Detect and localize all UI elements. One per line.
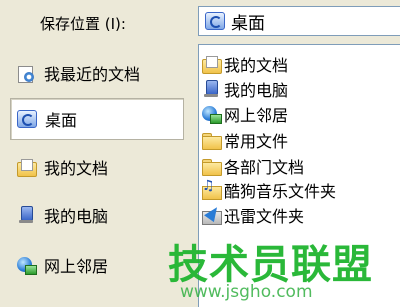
folder-icon (201, 131, 222, 150)
list-item-label: 迅雷文件夹 (224, 207, 305, 226)
save-location-dropdown[interactable]: 桌面 (198, 6, 400, 36)
list-item[interactable]: 各部门文档 (201, 155, 304, 177)
places-item-recent-documents[interactable]: 我最近的文档 (10, 52, 184, 94)
list-item-label: 我的文档 (224, 56, 289, 75)
places-item-my-documents[interactable]: 我的文档 (10, 146, 184, 188)
thunder-folder-shortcut-icon (201, 206, 222, 225)
list-item-label: 各部门文档 (224, 158, 305, 177)
list-item[interactable]: 网上邻居 (201, 103, 288, 125)
my-computer-icon (16, 206, 36, 224)
places-bar: 我最近的文档 桌面 我的文档 我的电脑 网上邻居 (0, 46, 190, 307)
places-item-label: 网上邻居 (44, 257, 109, 276)
places-item-my-computer[interactable]: 我的电脑 (10, 194, 184, 236)
recent-documents-icon (16, 64, 36, 83)
list-item[interactable]: 我的文档 (201, 53, 288, 75)
places-item-desktop[interactable]: 桌面 (10, 98, 184, 140)
my-documents-icon (16, 158, 37, 177)
save-location-value: 桌面 (231, 13, 265, 34)
list-item-label: 我的电脑 (224, 81, 289, 100)
list-item[interactable]: 常用文件 (201, 129, 288, 151)
list-item[interactable]: 我的电脑 (201, 78, 288, 100)
music-folder-shortcut-icon (201, 178, 222, 200)
save-location-label: 保存位置 (I): (40, 15, 126, 33)
list-item-label: 网上邻居 (224, 106, 289, 125)
list-item[interactable]: 酷狗音乐文件夹 (201, 178, 337, 201)
places-item-label: 我的文档 (44, 159, 109, 178)
my-documents-icon (201, 55, 222, 74)
desktop-icon (17, 110, 37, 128)
places-item-label: 桌面 (45, 111, 78, 130)
network-places-icon (16, 256, 37, 275)
network-places-icon (201, 105, 222, 124)
places-item-network-places[interactable]: 网上邻居 (10, 244, 184, 286)
places-item-label: 我最近的文档 (44, 65, 141, 84)
my-computer-icon (201, 80, 221, 98)
list-item[interactable]: 迅雷文件夹 (201, 204, 304, 226)
watermark-url: www.jsgho.com (180, 282, 313, 302)
list-item-label: 常用文件 (224, 132, 289, 151)
folder-icon (201, 157, 222, 176)
list-item-label: 酷狗音乐文件夹 (224, 182, 337, 201)
places-item-label: 我的电脑 (44, 207, 109, 226)
desktop-icon (205, 12, 225, 30)
